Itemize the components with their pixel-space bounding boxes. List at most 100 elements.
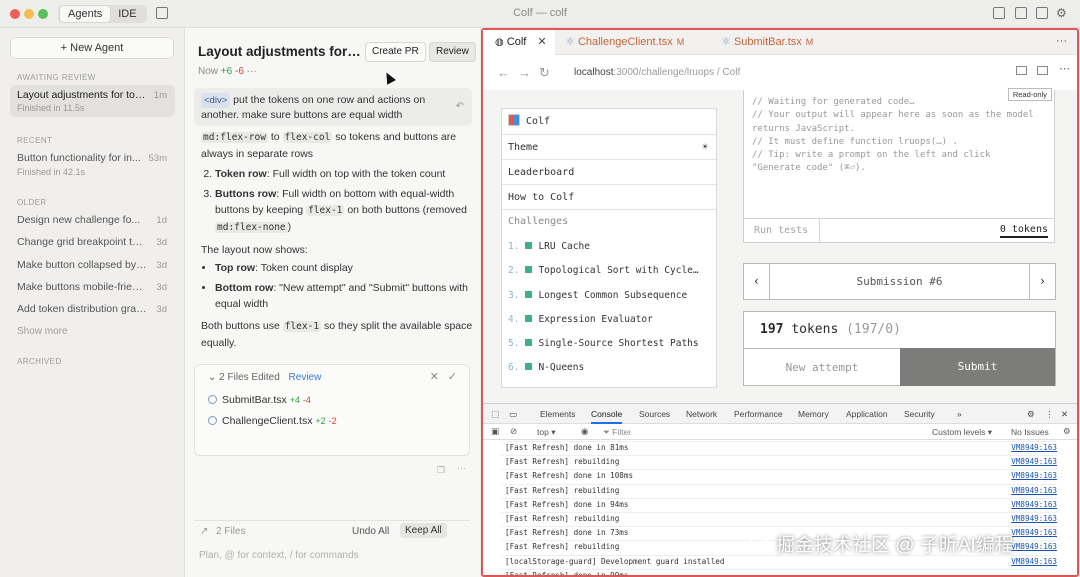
challenge-item[interactable]: 2. Topological Sort with Cycle… xyxy=(508,265,699,276)
agent-item-older[interactable]: Change grid breakpoint to l... 3d xyxy=(10,232,175,254)
new-agent-button[interactable]: + New Agent xyxy=(10,37,174,59)
devtools-toggle-icon[interactable] xyxy=(1037,66,1048,75)
chevron-down-icon[interactable]: ⌄ xyxy=(208,372,216,383)
sidebar-icon[interactable]: ▣ xyxy=(491,426,499,437)
agent-item-age: 1m xyxy=(153,90,167,101)
text: Both buttons use xyxy=(201,320,280,332)
settings-gear-icon[interactable]: ⚙ xyxy=(1027,409,1035,420)
console-source-link[interactable]: VM8949:163 xyxy=(1011,443,1057,452)
watermark-text: 掘金技术社区 @ 子昕AI编程 xyxy=(776,535,1014,556)
console-source-link[interactable]: VM8949:163 xyxy=(1011,457,1057,466)
back-arrow-icon[interactable]: ← xyxy=(497,65,510,80)
tab-close-icon[interactable]: ✕ xyxy=(537,36,546,48)
nav-how-to[interactable]: How to Colf xyxy=(502,185,716,210)
review-button[interactable]: Review xyxy=(429,42,476,62)
text: to xyxy=(270,131,280,143)
agent-item-older[interactable]: Make buttons mobile-friend... 3d xyxy=(10,277,175,299)
next-submission-button[interactable]: › xyxy=(1029,264,1055,299)
close-icon[interactable]: ✕ xyxy=(1061,409,1068,420)
nav-leaderboard[interactable]: Leaderboard xyxy=(502,160,716,185)
collapse-arrow-icon[interactable]: ↗ xyxy=(200,526,208,537)
element-chip[interactable]: <div> xyxy=(201,93,231,108)
tab-colf[interactable]: ◍ Colf ✕ xyxy=(483,30,555,55)
challenge-item[interactable]: 6. N-Queens xyxy=(508,362,584,373)
devtools-tab-sources[interactable]: Sources xyxy=(639,409,670,419)
console-source-link[interactable]: VM8949:163 xyxy=(1011,528,1057,537)
browser-url-bar: ← → ↻ localhost:3000/challenge/lruops / … xyxy=(483,56,1077,90)
url-field[interactable]: localhost:3000/challenge/lruops / Colf xyxy=(574,67,740,78)
console-source-link[interactable]: VM8949:163 xyxy=(1011,486,1057,495)
forward-arrow-icon[interactable]: → xyxy=(518,65,531,80)
screenshot-icon[interactable] xyxy=(1016,66,1027,75)
devtools-tab-network[interactable]: Network xyxy=(686,409,717,419)
undo-arrow-icon[interactable]: ↶ xyxy=(456,101,464,112)
console-filter-input[interactable]: ⏷ Filter xyxy=(603,427,631,438)
devtools-tab-performance[interactable]: Performance xyxy=(734,409,783,419)
edited-file-row[interactable]: ChallengeClient.tsx +2 -2 xyxy=(208,415,337,427)
previous-submission-button[interactable]: ‹ xyxy=(744,264,770,299)
challenge-item[interactable]: 3. Longest Common Subsequence xyxy=(508,290,687,301)
layout-right-icon[interactable] xyxy=(1036,7,1048,19)
settings-gear-icon[interactable]: ⚙ xyxy=(1063,426,1071,437)
tab-submitbar[interactable]: ⚛ SubmitBar.tsx M xyxy=(721,30,841,55)
agent-item-button-functionality[interactable]: Button functionality for in... 53m Finis… xyxy=(10,148,175,177)
code-line: // Tip: write a prompt on the left and c… xyxy=(752,150,991,161)
agent-item-layout-adjustments[interactable]: Layout adjustments for tok... 1m Finishe… xyxy=(10,85,175,117)
console-source-link[interactable]: VM8949:163 xyxy=(1011,471,1057,480)
reload-icon[interactable]: ↻ xyxy=(539,65,550,81)
layout-bottom-icon[interactable] xyxy=(1015,7,1027,19)
challenges-heading: Challenges xyxy=(508,216,569,227)
devtools-tab-console[interactable]: Console xyxy=(591,409,623,424)
console-source-link[interactable]: VM8949:163 xyxy=(1011,542,1057,551)
layout-left-icon[interactable] xyxy=(993,7,1005,19)
tab-challengeclient[interactable]: ⚛ ChallengeClient.tsx M xyxy=(565,30,705,55)
chat-input[interactable]: Plan, @ for context, / for commands xyxy=(199,550,359,561)
app-brand[interactable]: Colf xyxy=(502,109,716,135)
edited-file-row[interactable]: SubmitBar.tsx +4 -4 xyxy=(208,394,311,406)
show-more-link[interactable]: Show more xyxy=(17,326,68,337)
section-archived: ARCHIVED xyxy=(17,357,62,366)
eye-icon[interactable]: ◉ xyxy=(581,426,588,437)
files-review-link[interactable]: Review xyxy=(289,372,322,383)
close-icon[interactable]: ✕ xyxy=(430,370,439,383)
clear-console-icon[interactable]: ⊘ xyxy=(510,426,517,437)
undo-all-button[interactable]: Undo All xyxy=(352,526,389,537)
copy-icon[interactable]: ❐ xyxy=(437,465,445,476)
agent-item-older[interactable]: Add token distribution grap... 3d xyxy=(10,299,175,321)
challenge-item[interactable]: 1. LRU Cache xyxy=(508,241,590,252)
inspect-icon[interactable]: ⬚ xyxy=(491,409,499,420)
device-toggle-icon[interactable]: ▭ xyxy=(509,409,517,420)
more-icon[interactable]: ··· xyxy=(457,463,466,473)
console-source-link[interactable]: VM8949:163 xyxy=(1011,500,1057,509)
more-icon[interactable]: ⋯ xyxy=(1059,62,1070,75)
console-toolbar: ▣ ⊘ top ▾ ◉ ⏷ Filter Custom levels ▾ No … xyxy=(483,424,1077,440)
lines-added: +6 xyxy=(220,66,233,77)
log-levels-select[interactable]: Custom levels ▾ xyxy=(932,427,992,438)
theme-toggle[interactable]: Theme ☀ xyxy=(502,135,716,160)
agent-item-older[interactable]: Make button collapsed by d... 3d xyxy=(10,255,175,277)
console-log-message: [Fast Refresh] done in 108ms xyxy=(505,471,634,481)
run-tests-button[interactable]: Run tests xyxy=(744,219,820,243)
new-attempt-button[interactable]: New attempt xyxy=(744,348,900,386)
console-source-link[interactable]: VM8949:163 xyxy=(1011,514,1057,523)
devtools-tab-elements[interactable]: Elements xyxy=(540,409,575,419)
change-list: Token row: Full width on top with the to… xyxy=(215,166,473,236)
check-icon[interactable]: ✓ xyxy=(448,370,457,383)
challenge-item[interactable]: 5. Single-Source Shortest Paths xyxy=(508,338,699,349)
devtools-tab-application[interactable]: Application xyxy=(846,409,888,419)
submit-button[interactable]: Submit xyxy=(900,348,1055,386)
devtools-more-tabs[interactable]: » xyxy=(957,409,962,419)
more-icon[interactable]: ⋮ xyxy=(1045,409,1054,420)
create-pr-button[interactable]: Create PR xyxy=(365,42,426,62)
devtools-tab-security[interactable]: Security xyxy=(904,409,935,419)
console-source-link[interactable]: VM8949:163 xyxy=(1011,557,1057,566)
more-icon[interactable]: ··· xyxy=(247,66,257,77)
challenge-item[interactable]: 4. Expression Evaluator xyxy=(508,314,653,325)
devtools-tab-memory[interactable]: Memory xyxy=(798,409,829,419)
issues-count[interactable]: No Issues xyxy=(1011,427,1049,437)
settings-gear-icon[interactable]: ⚙ xyxy=(1056,6,1067,20)
keep-all-button[interactable]: Keep All xyxy=(400,523,447,538)
context-select[interactable]: top ▾ xyxy=(537,427,555,438)
more-icon[interactable]: ··· xyxy=(1056,35,1067,47)
agent-item-older[interactable]: Design new challenge fo... 1d xyxy=(10,210,175,232)
